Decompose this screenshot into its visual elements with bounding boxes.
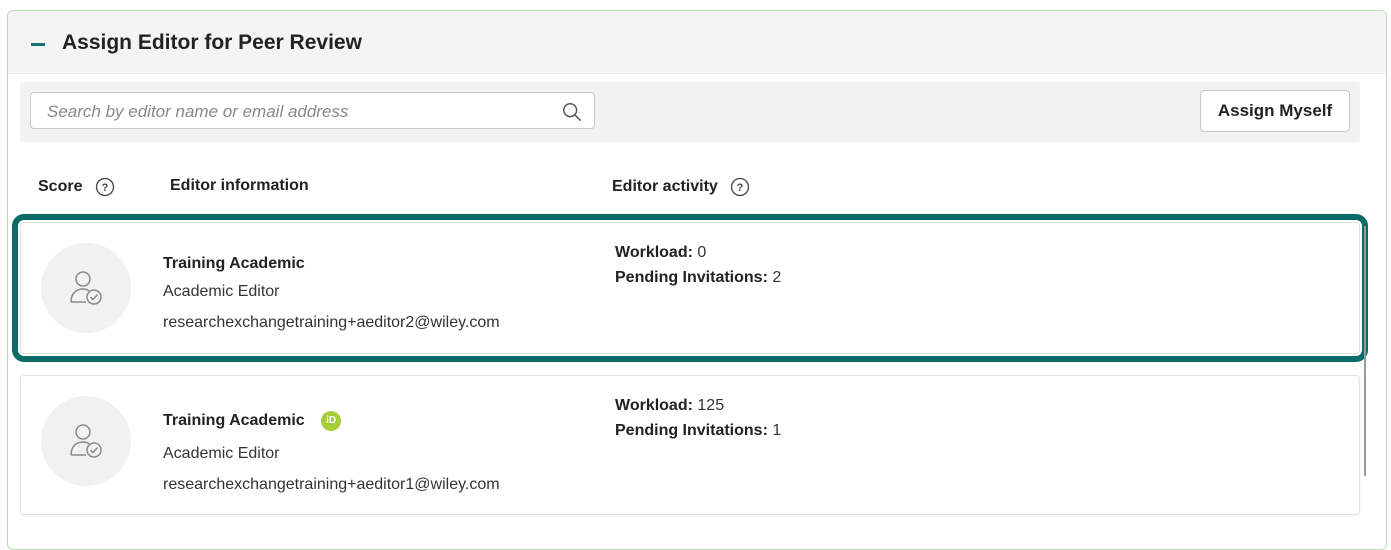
column-header-score: Score ?	[38, 177, 115, 197]
editor-name: Training Academic	[163, 255, 305, 272]
editor-name: Training Academic iD	[163, 411, 342, 431]
help-icon[interactable]: ?	[95, 177, 115, 197]
column-header-editor-activity: Editor activity ?	[612, 177, 750, 197]
editor-name-text: Training Academic	[163, 412, 305, 430]
search-input[interactable]	[45, 93, 549, 130]
pending-invitations: Pending Invitations: 2	[615, 269, 781, 287]
panel-title: Assign Editor for Peer Review	[62, 31, 362, 54]
minus-icon[interactable]	[31, 43, 45, 46]
pending-invitations-label: Pending Invitations:	[615, 422, 768, 439]
pending-invitations-label: Pending Invitations:	[615, 269, 768, 286]
svg-text:?: ?	[102, 182, 109, 194]
pending-invitations: Pending Invitations: 1	[615, 422, 781, 440]
score-label: Score	[38, 178, 83, 196]
search-icon[interactable]	[561, 101, 583, 123]
user-check-icon	[70, 271, 102, 305]
pending-invitations-value: 1	[772, 422, 782, 439]
user-check-icon	[70, 424, 102, 458]
search-toolbar: Assign Myself	[20, 82, 1360, 142]
workload: Workload: 0	[615, 244, 706, 262]
workload-value: 0	[697, 244, 707, 261]
workload: Workload: 125	[615, 397, 724, 415]
orcid-icon[interactable]: iD	[321, 411, 342, 431]
avatar	[41, 243, 131, 333]
editor-role: Academic Editor	[163, 283, 280, 300]
svg-text:?: ?	[737, 182, 744, 194]
workload-label: Workload:	[615, 397, 693, 414]
editor-card[interactable]: Training Academic iD Academic Editor res…	[20, 375, 1360, 515]
editor-role: Academic Editor	[163, 445, 280, 462]
editor-email: researchexchangetraining+aeditor1@wiley.…	[163, 476, 500, 493]
search-box[interactable]	[30, 92, 595, 130]
scrollbar[interactable]	[1364, 226, 1366, 476]
column-header-editor-information: Editor information	[170, 177, 309, 194]
workload-value: 125	[697, 397, 725, 414]
panel-header[interactable]: Assign Editor for Peer Review	[8, 11, 1386, 74]
editor-card[interactable]: Training Academic Academic Editor resear…	[12, 214, 1368, 362]
workload-label: Workload:	[615, 244, 693, 261]
editor-email: researchexchangetraining+aeditor2@wiley.…	[163, 314, 500, 331]
avatar	[41, 396, 131, 486]
pending-invitations-value: 2	[772, 269, 782, 286]
assign-myself-button[interactable]: Assign Myself	[1200, 90, 1350, 132]
help-icon[interactable]: ?	[730, 177, 750, 197]
editor-activity-label: Editor activity	[612, 178, 718, 196]
